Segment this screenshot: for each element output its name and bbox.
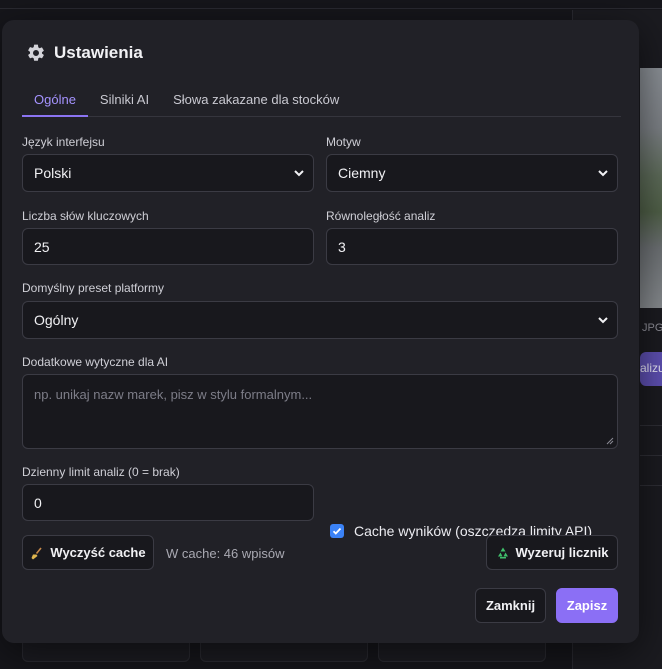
tab-ai-engines[interactable]: Silniki AI (88, 84, 161, 117)
guidelines-label: Dodatkowe wytyczne dla AI (22, 355, 169, 369)
background-divider (0, 8, 662, 9)
guidelines-textarea[interactable]: np. unikaj nazw marek, pisz w stylu form… (22, 374, 618, 449)
theme-value: Ciemny (338, 165, 386, 181)
background-row-divider (640, 485, 662, 486)
broom-icon (31, 546, 43, 559)
parallel-value: 3 (338, 238, 346, 255)
daily-limit-label: Dzienny limit analiz (0 = brak) (22, 465, 180, 479)
settings-tabs: Ogólne Silniki AI Słowa zakazane dla sto… (22, 84, 621, 117)
chevron-down-icon (598, 170, 608, 177)
checkmark-icon (332, 527, 342, 535)
guidelines-placeholder: np. unikaj nazw marek, pisz w stylu form… (34, 387, 313, 402)
clear-cache-button[interactable]: Wyczyść cache (22, 535, 154, 570)
background-row-divider (640, 425, 662, 426)
preset-select[interactable]: Ogólny (22, 301, 618, 339)
clear-cache-label: Wyczyść cache (50, 545, 146, 560)
background-photo-thumbnail (640, 68, 662, 308)
keywords-input[interactable]: 25 (22, 228, 314, 265)
save-button[interactable]: Zapisz (556, 588, 618, 623)
reset-counter-button[interactable]: Wyzeruj licznik (486, 535, 618, 570)
background-analyze-button: alizu (640, 352, 662, 386)
language-value: Polski (34, 165, 72, 181)
parallel-label: Równoległość analiz (326, 209, 436, 223)
language-select[interactable]: Polski (22, 154, 314, 192)
close-label: Zamknij (485, 598, 536, 613)
background-row-divider (640, 455, 662, 456)
tab-general[interactable]: Ogólne (22, 84, 88, 117)
parallel-input[interactable]: 3 (326, 228, 618, 265)
daily-limit-value: 0 (34, 494, 42, 511)
daily-limit-input[interactable]: 0 (22, 484, 314, 521)
background-analyze-label: alizu (640, 361, 662, 375)
cache-info: W cache: 46 wpisów (166, 546, 285, 561)
preset-label: Domyślny preset platformy (22, 281, 165, 295)
keywords-label: Liczba słów kluczowych (22, 209, 149, 223)
recycle-icon (497, 547, 508, 558)
close-button[interactable]: Zamknij (475, 588, 546, 623)
preset-value: Ogólny (34, 312, 79, 328)
background-photo-label: JPG (642, 322, 662, 334)
cache-checkbox[interactable] (330, 524, 344, 538)
chevron-down-icon (598, 317, 608, 324)
save-label: Zapisz (566, 598, 608, 613)
language-label: Język interfejsu (22, 135, 105, 149)
modal-header: Ustawienia (26, 43, 143, 63)
chevron-down-icon (294, 170, 304, 177)
resize-handle-icon[interactable] (606, 437, 614, 445)
theme-select[interactable]: Ciemny (326, 154, 618, 192)
keywords-value: 25 (34, 238, 50, 255)
reset-counter-label: Wyzeruj licznik (515, 545, 609, 560)
settings-modal: Ustawienia Ogólne Silniki AI Słowa zakaz… (2, 20, 639, 643)
theme-label: Motyw (326, 135, 361, 149)
modal-title: Ustawienia (54, 43, 143, 62)
tab-banned-words[interactable]: Słowa zakazane dla stocków (161, 84, 351, 117)
gear-icon (28, 44, 44, 61)
